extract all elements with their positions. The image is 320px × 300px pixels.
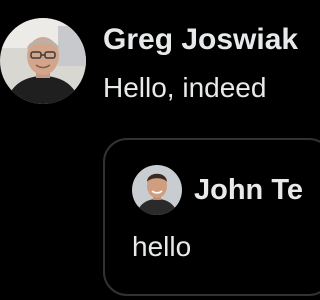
quoted-post-card[interactable]: John Te hello <box>103 138 320 296</box>
author-avatar[interactable] <box>0 18 86 104</box>
author-name[interactable]: Greg Joswiak <box>103 18 298 62</box>
quoted-author-avatar[interactable] <box>132 165 182 215</box>
quoted-author-name[interactable]: John Te <box>194 168 303 212</box>
quoted-author-avatar-icon <box>132 165 182 215</box>
post: Greg Joswiak Hello, indeed John Te hello <box>0 0 320 300</box>
quoted-post-text: hello <box>132 231 192 262</box>
author-avatar-icon <box>0 18 86 104</box>
post-text: Hello, indeed <box>103 72 267 103</box>
